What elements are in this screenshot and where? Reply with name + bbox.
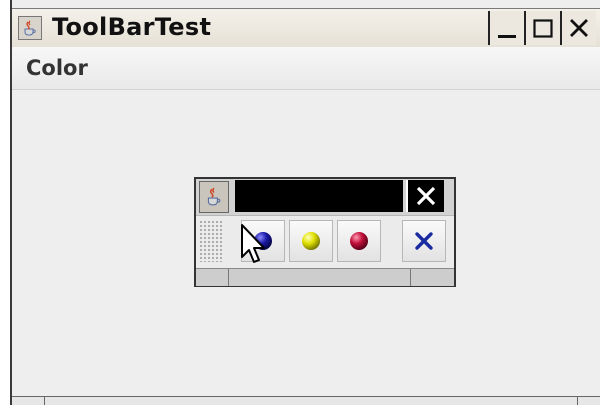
maximize-button[interactable] [524,11,560,45]
yellow-ball-button[interactable] [289,220,333,262]
floating-toolbar-window[interactable] [194,177,456,287]
mouse-pointer-icon [241,224,265,263]
blue-x-icon [415,232,433,250]
bottom-toolbar-dock [12,396,600,405]
window-title: ToolBarTest [52,13,212,41]
toolbar [196,215,454,268]
minimize-icon [498,35,516,38]
floating-toolbar-bottom-edge[interactable] [196,268,454,286]
floating-toolbar-title-bar[interactable] [196,179,454,215]
menu-bar: Color [12,47,600,90]
red-ball-icon [350,232,368,250]
java-cup-icon[interactable] [199,181,229,213]
edge-divider [410,269,411,286]
close-icon [416,186,436,206]
minimize-button[interactable] [488,11,524,45]
java-cup-icon[interactable] [18,16,42,40]
dock-divider [44,397,45,405]
close-icon [570,19,588,37]
red-ball-button[interactable] [337,220,381,262]
menu-color[interactable]: Color [26,56,88,80]
edge-divider [228,269,229,286]
floating-toolbar-title [235,180,403,212]
floating-toolbar-close-button[interactable] [406,180,444,212]
maximize-icon [533,19,553,38]
dock-divider [577,397,578,405]
title-bar[interactable]: ToolBarTest [12,8,600,48]
exit-button[interactable] [402,220,446,262]
yellow-ball-icon [302,232,320,250]
close-button[interactable] [560,11,596,45]
toolbar-drag-handle[interactable] [199,220,223,262]
